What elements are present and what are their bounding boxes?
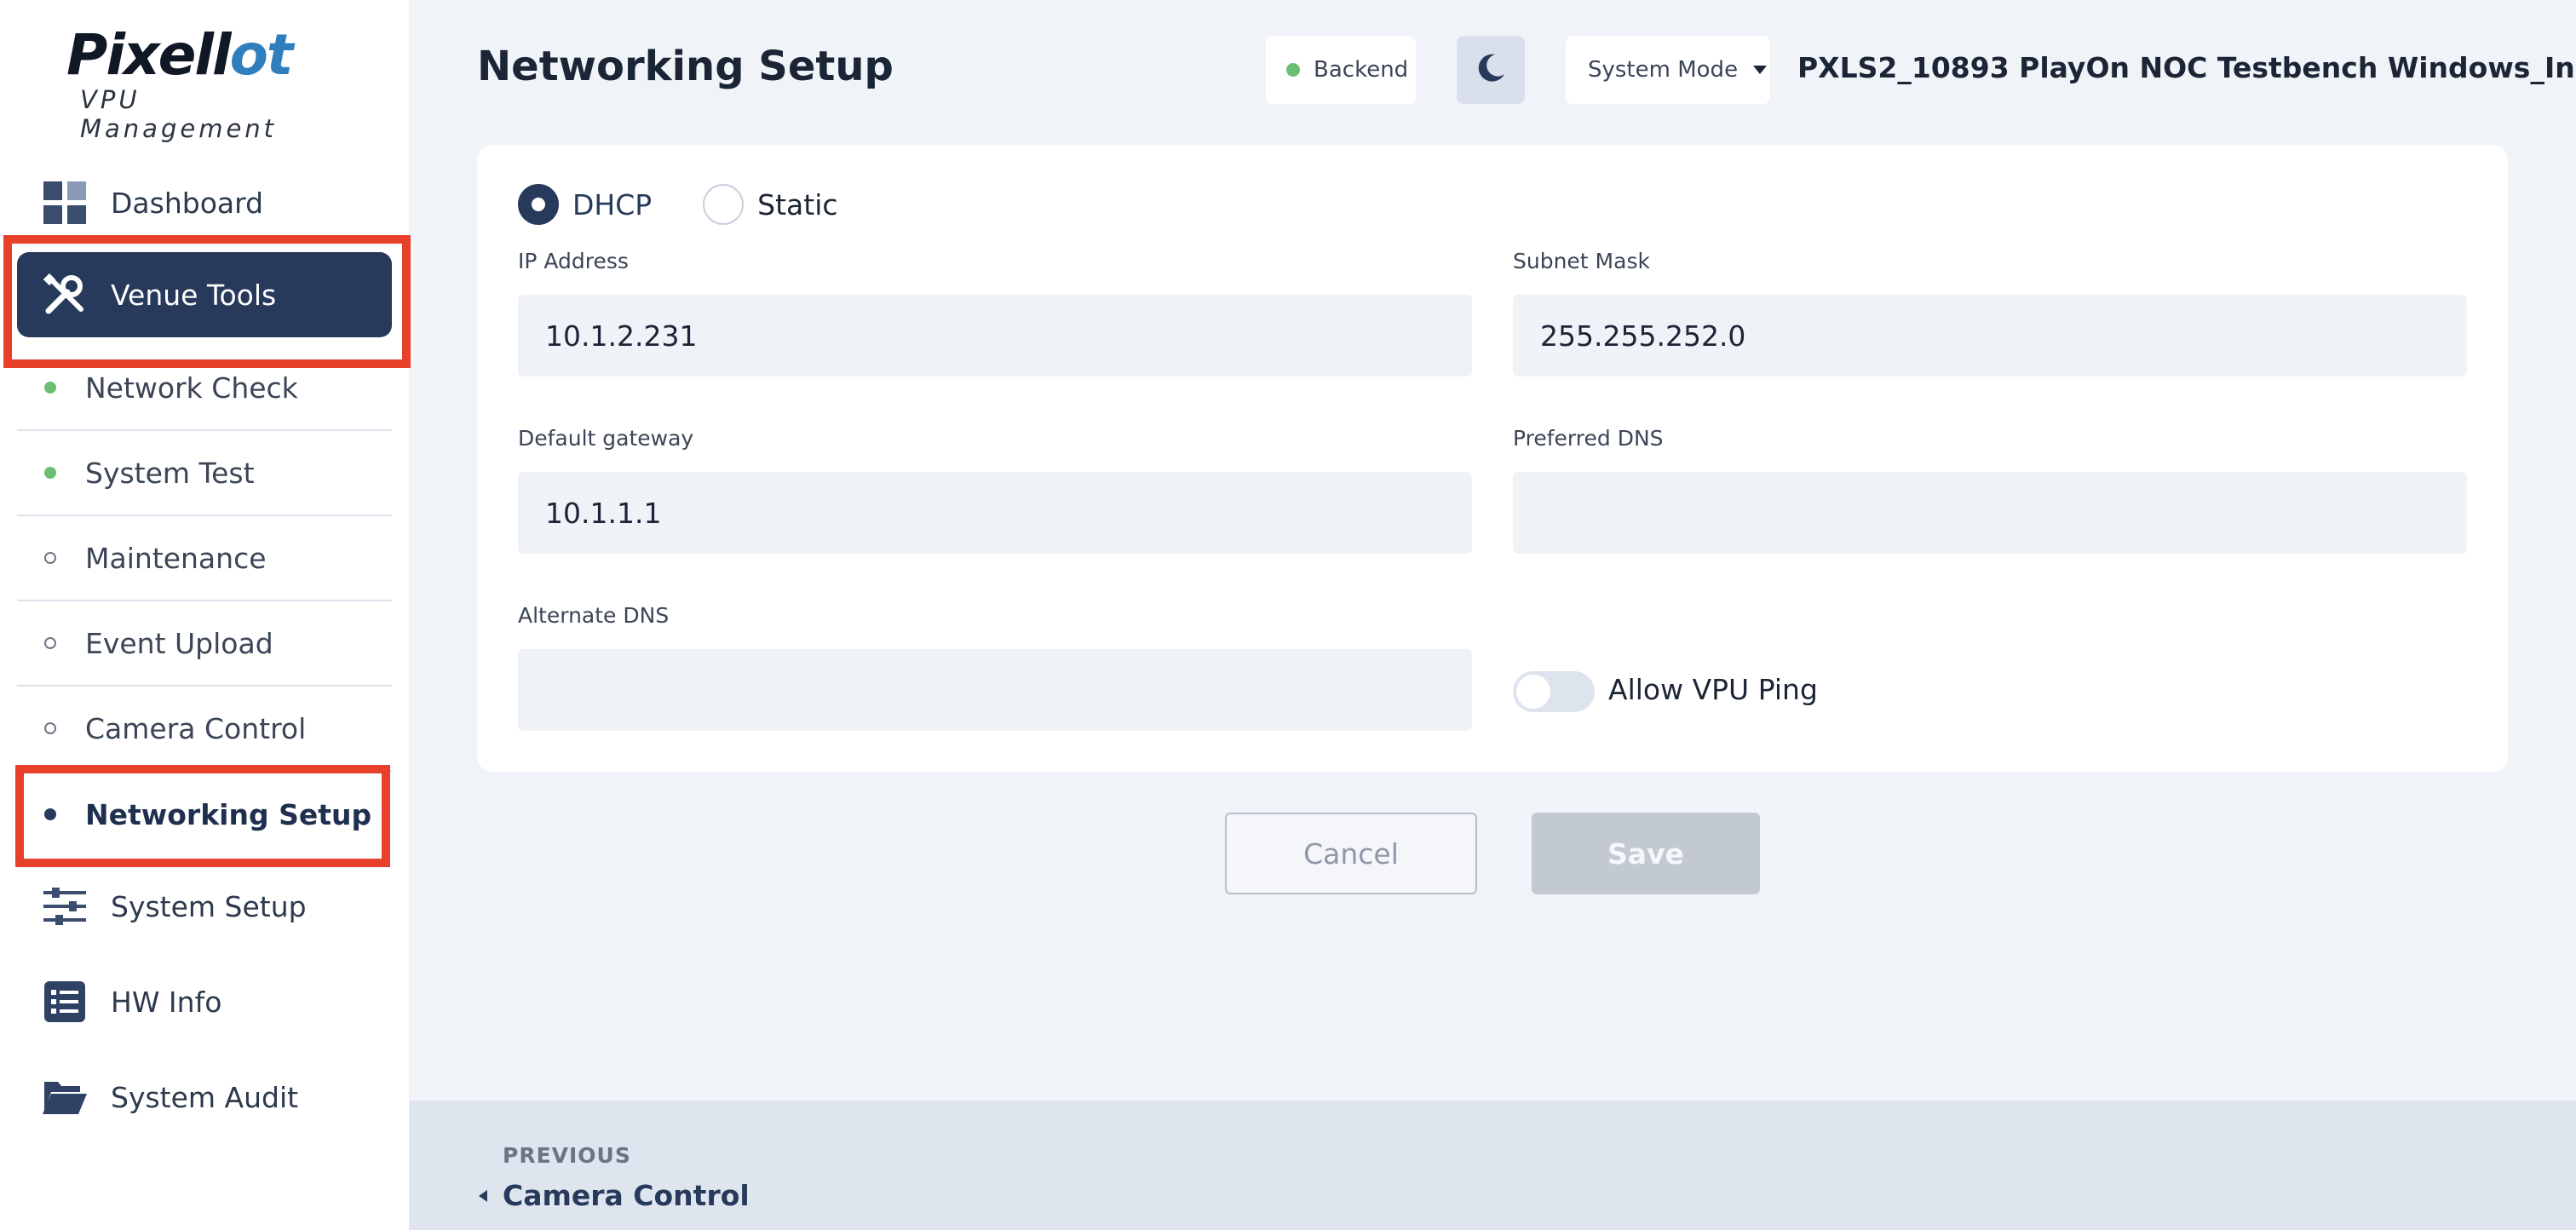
sidebar-item-venue-tools[interactable]: Venue Tools	[17, 252, 392, 337]
networking-form-card: DHCP Static IP Address Subnet Mask Defau…	[477, 145, 2508, 772]
moon-icon	[1475, 52, 1507, 88]
static-radio-label[interactable]: Static	[757, 188, 837, 221]
system-mode-label: System Mode	[1588, 57, 1739, 83]
caret-down-icon	[1753, 66, 1768, 74]
sidebar-subitem-system-test[interactable]: System Test	[17, 431, 392, 516]
sidebar-item-label: Dashboard	[111, 186, 264, 220]
status-dot	[44, 722, 56, 734]
sidebar-subitem-label: Camera Control	[85, 711, 307, 745]
ip-mode-radio-group: DHCP Static	[518, 184, 838, 225]
theme-toggle-button[interactable]	[1457, 36, 1525, 104]
dashboard-grid-icon	[43, 181, 87, 225]
status-dot	[44, 637, 56, 649]
sidebar-subitem-maintenance[interactable]: Maintenance	[17, 516, 392, 601]
subnet-mask-label: Subnet Mask	[1513, 249, 1650, 273]
previous-page-link[interactable]: Camera Control	[479, 1179, 750, 1212]
default-gateway-field[interactable]	[518, 472, 1472, 554]
save-button[interactable]: Save	[1532, 813, 1760, 894]
sidebar-subitem-camera-control[interactable]: Camera Control	[17, 687, 392, 772]
backend-label: Backend	[1314, 57, 1409, 83]
logo-subtitle: VPU Management	[80, 85, 278, 143]
preferred-dns-field[interactable]	[1513, 472, 2467, 554]
default-gateway-label: Default gateway	[518, 426, 694, 451]
alternate-dns-field[interactable]	[518, 649, 1472, 731]
sidebar-subitem-label: Event Upload	[85, 626, 273, 660]
status-dot	[44, 467, 56, 479]
folder-open-icon	[43, 1075, 87, 1119]
toggle-knob	[1516, 675, 1550, 709]
status-dot	[1286, 63, 1300, 77]
sidebar-item-system-setup[interactable]: System Setup	[17, 864, 392, 949]
system-mode-select[interactable]: System Mode	[1566, 36, 1770, 104]
backend-status-badge: Backend	[1266, 36, 1416, 104]
status-dot	[44, 382, 56, 394]
sidebar-item-hw-info[interactable]: HW Info	[17, 959, 392, 1044]
status-dot	[44, 808, 56, 820]
sidebar-item-label: System Setup	[111, 889, 307, 923]
ip-address-field[interactable]	[518, 295, 1472, 376]
previous-page-label: Camera Control	[503, 1179, 750, 1212]
sidebar-item-dashboard[interactable]: Dashboard	[17, 160, 392, 245]
page-title: Networking Setup	[477, 43, 894, 90]
preferred-dns-label: Preferred DNS	[1513, 426, 1664, 451]
app-root: Pixellot VPU Management Dashboard Venue …	[0, 0, 2576, 1230]
static-radio[interactable]	[703, 184, 745, 225]
subnet-mask-field[interactable]	[1513, 295, 2467, 376]
previous-caption: PREVIOUS	[503, 1143, 631, 1168]
sidebar-subitem-event-upload[interactable]: Event Upload	[17, 601, 392, 687]
dhcp-radio[interactable]	[518, 184, 559, 225]
alternate-dns-label: Alternate DNS	[518, 603, 670, 628]
sidebar-subitem-label: Networking Setup	[85, 797, 372, 831]
sidebar-item-system-audit[interactable]: System Audit	[17, 1055, 392, 1140]
device-name: PXLS2_10893 PlayOn NOC Testbench Windows…	[1797, 51, 2576, 84]
allow-vpu-ping-toggle[interactable]	[1513, 671, 1595, 712]
page-footer: PREVIOUS Camera Control	[409, 1101, 2576, 1230]
sidebar-item-label: System Audit	[111, 1080, 299, 1114]
wrench-screwdriver-icon	[43, 273, 87, 317]
sidebar: Pixellot VPU Management Dashboard Venue …	[0, 0, 411, 1230]
sidebar-item-label: Venue Tools	[111, 278, 277, 312]
ip-address-label: IP Address	[518, 249, 629, 273]
logo-wordmark: Pixellot	[66, 22, 293, 88]
pixellot-logo[interactable]: Pixellot VPU Management	[66, 22, 341, 144]
allow-vpu-ping-label: Allow VPU Ping	[1608, 673, 1818, 706]
cancel-button[interactable]: Cancel	[1225, 813, 1477, 894]
dhcp-radio-label[interactable]: DHCP	[572, 188, 652, 221]
sliders-icon	[43, 884, 87, 928]
sidebar-subitem-label: Network Check	[85, 371, 298, 405]
sidebar-item-label: HW Info	[111, 985, 222, 1019]
sidebar-subitem-label: System Test	[85, 456, 255, 490]
sidebar-subitem-network-check[interactable]: Network Check	[17, 346, 392, 431]
list-icon	[43, 980, 87, 1024]
caret-left-icon	[479, 1189, 487, 1202]
status-dot	[44, 552, 56, 564]
sidebar-subitem-networking-setup[interactable]: Networking Setup	[17, 772, 392, 857]
sidebar-subitem-label: Maintenance	[85, 541, 267, 575]
